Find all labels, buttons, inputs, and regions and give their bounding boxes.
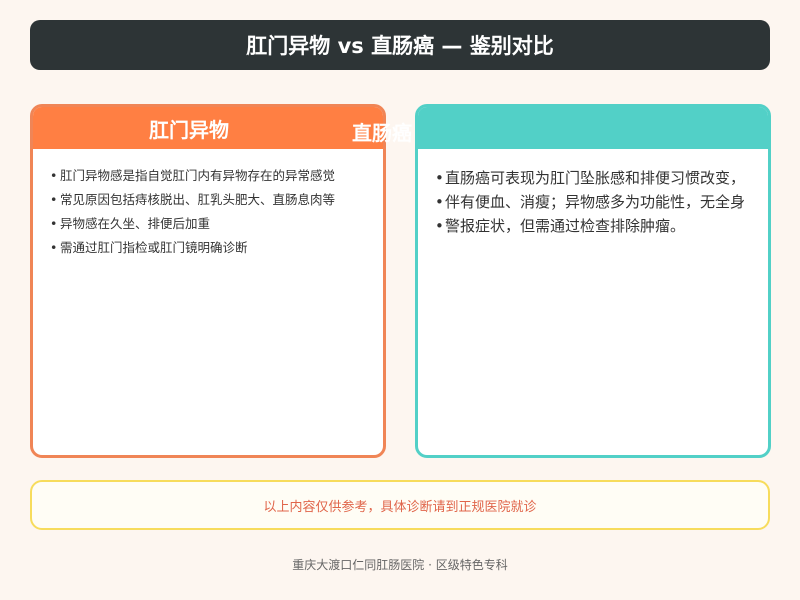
list-item-text: 警报症状，但需通过检查排除肿瘤。: [445, 217, 686, 235]
bullet-icon: •: [435, 193, 444, 211]
list-item: • 常见原因包括痔核脱出、肛乳头肥大、直肠息肉等: [50, 188, 383, 212]
card-heading-left-text: 肛门异物: [149, 117, 229, 142]
bullet-icon: •: [435, 169, 444, 187]
bullet-icon: •: [50, 216, 58, 231]
bullet-icon: •: [50, 192, 58, 207]
list-item: •警报症状，但需通过检查排除肿瘤。: [435, 214, 768, 238]
right-item-list: •直肠癌可表现为肛门坠胀感和排便习惯改变， •伴有便血、消瘦；异物感多为功能性，…: [418, 149, 768, 238]
left-item-list: • 肛门异物感是指自觉肛门内有异物存在的异常感觉 • 常见原因包括痔核脱出、肛乳头肥…: [33, 149, 383, 260]
list-item: • 异物感在久坐、排便后加重: [50, 212, 383, 236]
list-item-text: 需通过肛门指检或肛门镜明确诊断: [60, 240, 248, 255]
page-title: 肛门异物 vs 直肠癌 — 鉴别对比: [246, 34, 554, 58]
disclaimer-text: 以上内容仅供参考，具体诊断请到正规医院就诊: [263, 499, 537, 515]
list-item-text: 直肠癌可表现为肛门坠胀感和排便习惯改变，: [445, 169, 746, 187]
anal-foreign-body-card: 肛门异物 • 肛门异物感是指自觉肛门内有异物存在的异常感觉 • 常见原因包括痔核脱出…: [30, 104, 386, 458]
card-heading-left: 肛门异物: [33, 107, 383, 149]
title-bar: 肛门异物 vs 直肠癌 — 鉴别对比: [30, 20, 770, 70]
bullet-icon: •: [50, 168, 58, 183]
list-item: • 需通过肛门指检或肛门镜明确诊断: [50, 236, 383, 260]
list-item: •直肠癌可表现为肛门坠胀感和排便习惯改变，: [435, 166, 768, 190]
list-item: • 肛门异物感是指自觉肛门内有异物存在的异常感觉: [50, 164, 383, 188]
footer: 重庆大渡口仁同肛肠医院 · 区级特色专科: [292, 558, 508, 572]
rectal-cancer-card: •直肠癌可表现为肛门坠胀感和排便习惯改变， •伴有便血、消瘦；异物感多为功能性，…: [415, 104, 771, 458]
card-heading-right-text: 直肠癌: [352, 121, 412, 145]
list-item-text: 常见原因包括痔核脱出、肛乳头肥大、直肠息肉等: [60, 192, 336, 207]
bullet-icon: •: [50, 240, 58, 255]
list-item: •伴有便血、消瘦；异物感多为功能性，无全身: [435, 190, 768, 214]
card-heading-right: [418, 107, 768, 149]
list-item-text: 肛门异物感是指自觉肛门内有异物存在的异常感觉: [60, 168, 336, 183]
list-item-text: 异物感在久坐、排便后加重: [60, 216, 211, 231]
list-item-text: 伴有便血、消瘦；异物感多为功能性，无全身: [445, 193, 746, 211]
bullet-icon: •: [435, 217, 444, 235]
disclaimer-notice: 以上内容仅供参考，具体诊断请到正规医院就诊: [30, 480, 770, 530]
